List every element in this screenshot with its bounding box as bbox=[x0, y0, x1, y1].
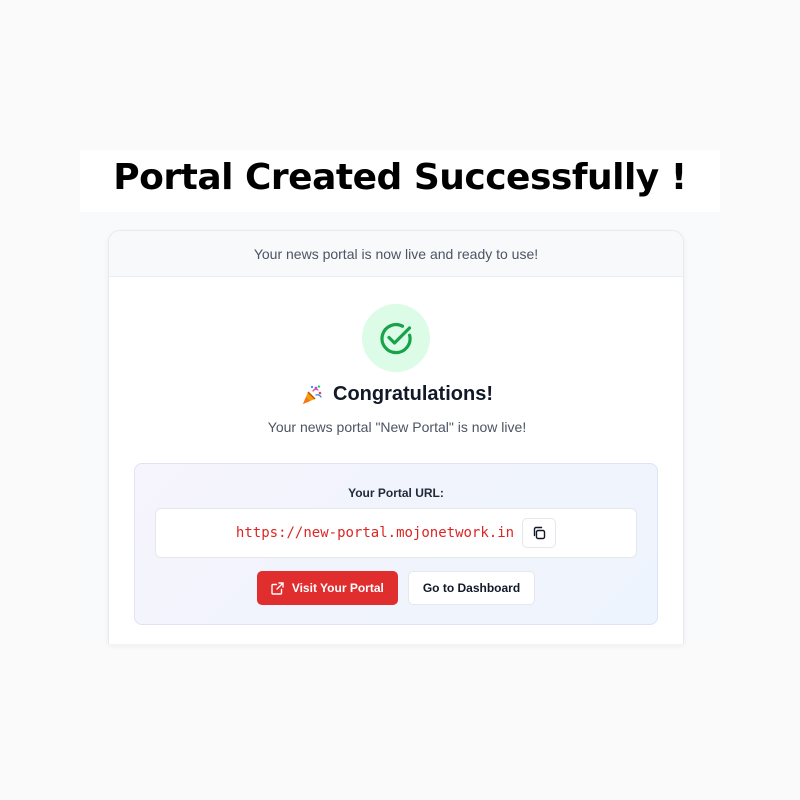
congrats-heading: Congratulations! bbox=[109, 383, 683, 406]
copy-icon bbox=[533, 526, 546, 540]
card-header: Your news portal is now live and ready t… bbox=[109, 231, 683, 277]
go-to-dashboard-label: Go to Dashboard bbox=[422, 581, 521, 595]
visit-portal-label: Visit Your Portal bbox=[291, 581, 384, 595]
portal-url-text[interactable]: https://new-portal.mojonetwork.in bbox=[236, 525, 514, 541]
success-badge bbox=[362, 304, 430, 372]
party-popper-icon bbox=[303, 384, 322, 404]
copy-url-button[interactable] bbox=[522, 518, 557, 548]
success-card: Your news portal is now live and ready t… bbox=[108, 230, 684, 644]
visit-portal-button[interactable]: Visit Your Portal bbox=[256, 571, 398, 605]
portal-url-label: Your Portal URL: bbox=[348, 486, 444, 500]
check-circle-icon bbox=[380, 323, 412, 355]
portal-live-message: Your news portal "New Portal" is now liv… bbox=[267, 419, 527, 435]
external-link-icon bbox=[271, 581, 284, 595]
portal-url-box: https://new-portal.mojonetwork.in bbox=[155, 508, 637, 558]
card-header-text: Your news portal is now live and ready t… bbox=[253, 245, 539, 262]
action-buttons: Visit Your Portal Go to Dashboard bbox=[135, 571, 657, 605]
go-to-dashboard-button[interactable]: Go to Dashboard bbox=[407, 571, 536, 605]
page-headline: Portal Created Successfully ! bbox=[113, 157, 687, 198]
portal-url-panel: Your Portal URL: https://new-portal.mojo… bbox=[134, 463, 658, 625]
congrats-title: Congratulations! bbox=[333, 383, 493, 405]
